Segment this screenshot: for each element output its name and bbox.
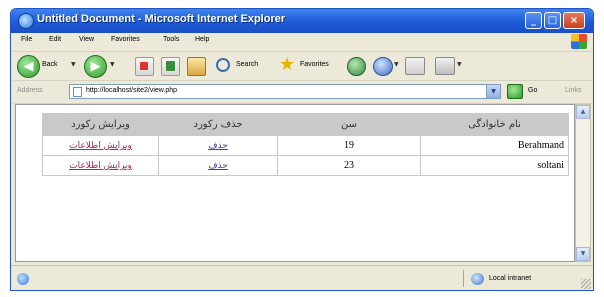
menu-bar: File Edit View Favorites Tools Help	[11, 33, 593, 52]
menu-file[interactable]: File	[21, 36, 32, 43]
edit-link[interactable]: ویرایش اطلاعات	[69, 141, 132, 151]
page-content: نام خانوادگی سن حذف رکورد ویرایش رکورد B…	[15, 104, 575, 262]
cell-edit: ویرایش اطلاعات	[42, 155, 159, 176]
cell-delete: حذف	[158, 155, 278, 176]
header-delete: حذف رکورد	[158, 113, 278, 136]
page-icon	[73, 87, 82, 97]
menu-edit[interactable]: Edit	[49, 36, 61, 43]
go-arrow-icon[interactable]	[507, 84, 523, 99]
header-age: سن	[277, 113, 421, 136]
back-label[interactable]: Back	[42, 61, 58, 68]
forward-arrow-icon: ▶	[90, 59, 101, 74]
refresh-icon[interactable]	[161, 57, 180, 76]
standard-toolbar: ◀ Back ▼ ▶ ▼ Search ★ Favorites ▼ ▼	[11, 52, 593, 81]
address-bar: Address http://localhost/site2/view.php …	[11, 81, 593, 104]
search-label[interactable]: Search	[236, 61, 258, 68]
menu-view[interactable]: View	[79, 36, 94, 43]
back-dropdown-icon[interactable]: ▼	[71, 61, 76, 68]
browser-window: Untitled Document - Microsoft Internet E…	[10, 8, 594, 291]
title-bar[interactable]: Untitled Document - Microsoft Internet E…	[11, 9, 593, 33]
menu-help[interactable]: Help	[195, 36, 209, 43]
address-label: Address	[17, 87, 43, 94]
scroll-up-icon[interactable]: ▲	[576, 105, 590, 119]
cell-age: 23	[277, 155, 421, 176]
security-zone-label: Local intranet	[489, 275, 532, 282]
resize-grip-icon[interactable]	[581, 279, 591, 289]
vertical-scrollbar[interactable]: ▲ ▼	[575, 104, 591, 262]
ie-icon	[18, 13, 34, 29]
stop-icon[interactable]	[135, 57, 154, 76]
window-title: Untitled Document - Microsoft Internet E…	[37, 13, 286, 25]
records-table: نام خانوادگی سن حذف رکورد ویرایش رکورد B…	[42, 113, 569, 176]
links-button[interactable]: Links	[565, 87, 581, 94]
favorites-star-icon[interactable]: ★	[279, 56, 297, 74]
forward-button[interactable]: ▶	[84, 55, 107, 78]
table-row: Berahmand 19 حذف ویرایش اطلاعات	[42, 135, 569, 156]
back-arrow-icon: ◀	[23, 59, 34, 74]
windows-logo-icon	[571, 34, 587, 49]
mail-icon[interactable]	[405, 57, 425, 75]
home-icon[interactable]	[187, 57, 206, 76]
address-dropdown-icon[interactable]: ▼	[486, 85, 500, 98]
print-icon[interactable]	[435, 57, 455, 75]
cell-name: soltani	[420, 155, 569, 176]
cell-age: 19	[277, 135, 421, 156]
header-edit: ویرایش رکورد	[42, 113, 159, 136]
back-button[interactable]: ◀	[17, 55, 40, 78]
forward-dropdown-icon[interactable]: ▼	[110, 61, 115, 68]
status-bar: Local intranet	[11, 265, 593, 290]
history-icon[interactable]	[373, 57, 393, 76]
status-divider	[463, 270, 464, 287]
address-input[interactable]: http://localhost/site2/view.php ▼	[69, 84, 501, 99]
intranet-zone-icon	[471, 273, 484, 285]
table-header-row: نام خانوادگی سن حذف رکورد ویرایش رکورد	[42, 113, 569, 136]
scroll-down-icon[interactable]: ▼	[576, 247, 590, 261]
cell-delete: حذف	[158, 135, 278, 156]
close-button[interactable]: ×	[563, 12, 585, 29]
menu-tools[interactable]: Tools	[163, 36, 179, 43]
go-button[interactable]: Go	[528, 87, 537, 94]
print-dropdown-icon[interactable]: ▼	[457, 61, 462, 68]
media-icon[interactable]	[347, 57, 366, 76]
search-icon[interactable]	[216, 58, 230, 72]
menu-favorites[interactable]: Favorites	[111, 36, 140, 43]
table-row: soltani 23 حذف ویرایش اطلاعات	[42, 155, 569, 176]
delete-link[interactable]: حذف	[208, 161, 228, 171]
address-url[interactable]: http://localhost/site2/view.php	[86, 87, 177, 94]
cell-name: Berahmand	[420, 135, 569, 156]
favorites-label[interactable]: Favorites	[300, 61, 329, 68]
edit-link[interactable]: ویرایش اطلاعات	[69, 161, 132, 171]
cell-edit: ویرایش اطلاعات	[42, 135, 159, 156]
header-name: نام خانوادگی	[420, 113, 569, 136]
delete-link[interactable]: حذف	[208, 141, 228, 151]
maximize-button[interactable]: □	[544, 12, 561, 29]
page-status-icon	[17, 273, 29, 285]
minimize-button[interactable]: _	[525, 12, 542, 29]
history-dropdown-icon[interactable]: ▼	[394, 61, 399, 68]
